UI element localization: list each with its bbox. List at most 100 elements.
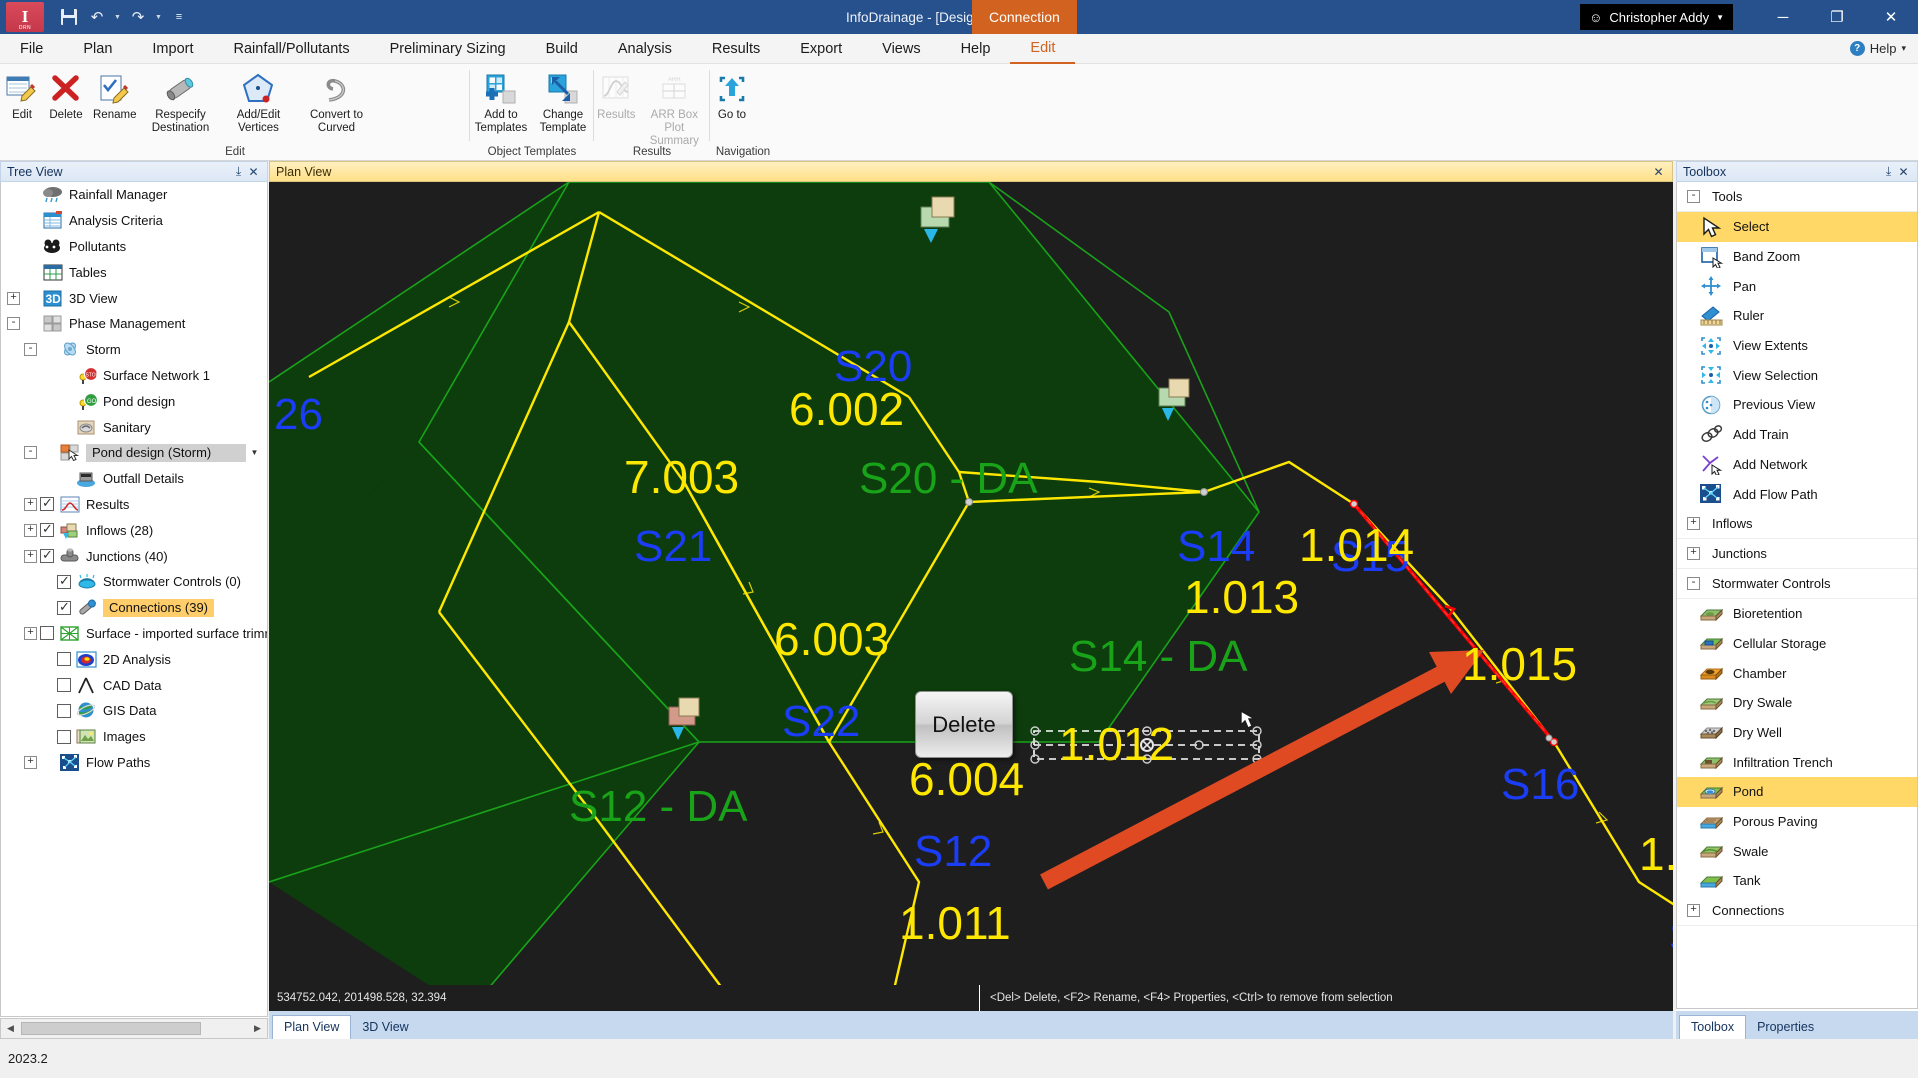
menu-item-preliminary-sizing[interactable]: Preliminary Sizing [370,34,526,64]
expand-icon[interactable]: + [7,291,20,305]
toolbox-item-select[interactable]: Select [1677,212,1917,242]
visibility-checkbox[interactable] [40,547,54,564]
toolbox-item-dry-swale[interactable]: Dry Swale [1677,688,1917,718]
scroll-left-icon[interactable]: ◀ [1,1023,20,1034]
toolbox-item-view-selection[interactable]: View Selection [1677,360,1917,390]
visibility-checkbox[interactable] [40,495,54,512]
collapse-icon[interactable]: - [1687,576,1700,590]
canvas-label-6-003[interactable]: 6.003 [774,612,889,666]
tree-item-phase-management[interactable]: - Phase Management [1,311,267,337]
menu-item-rainfall-pollutants[interactable]: Rainfall/Pollutants [214,34,370,64]
visibility-checkbox[interactable] [57,573,71,589]
canvas-label-s14[interactable]: S14 [1177,522,1255,572]
canvas-label-7-003[interactable]: 7.003 [624,450,739,504]
tree-item-connections-39-[interactable]: Connections (39) [1,595,267,621]
help-link[interactable]: ? Help ▾ [1849,41,1906,56]
tab-plan-view[interactable]: Plan View [272,1015,352,1039]
canvas-label-s21[interactable]: S21 [634,522,712,572]
visibility-checkbox[interactable] [40,626,54,641]
redo-icon[interactable]: ↷ [125,4,151,30]
customize-icon[interactable]: ≡ [166,4,192,30]
canvas-label-1-012[interactable]: 1.012 [1059,717,1174,771]
collapse-icon[interactable]: - [24,343,37,357]
expand-icon[interactable]: + [24,549,37,563]
tree-item-sanitary[interactable]: Sanitary [1,414,267,440]
visibility-checkbox[interactable] [57,599,71,615]
toolbox-item-pond[interactable]: Pond [1677,777,1917,807]
tree-item-analysis-criteria[interactable]: Analysis Criteria [1,208,267,234]
toolbox-item-pan[interactable]: Pan [1677,271,1917,301]
tree-item-2d-analysis[interactable]: 2D Analysis [1,646,267,672]
tree-item-surface-imported-surface-trimmed[interactable]: + Surface - imported surface trimmed [1,621,267,647]
canvas-label-1-011[interactable]: 1.011 [899,896,1011,950]
collapse-icon[interactable]: - [24,446,37,460]
menu-item-file[interactable]: File [0,34,63,64]
visibility-checkbox[interactable] [57,652,71,667]
tree-item-tables[interactable]: Tables [1,259,267,285]
canvas-label-6-004[interactable]: 6.004 [909,752,1024,806]
toolbox-list[interactable]: - Tools Select Band Zoom Pan Ruler View Extent… [1676,182,1918,1009]
menu-item-help[interactable]: Help [941,34,1011,64]
canvas-label-s17[interactable]: S17 [1669,912,1673,962]
pin-icon[interactable]: ⤓ [231,164,246,179]
menu-item-analysis[interactable]: Analysis [598,34,692,64]
toolbox-item-add-train[interactable]: Add Train [1677,420,1917,450]
canvas-label-6-002[interactable]: 6.002 [789,382,904,436]
ribbon-button-edit[interactable]: Edit [0,69,44,122]
ribbon-button-add-edit-vertices[interactable]: Add/Edit Vertices [219,69,297,135]
expand-icon[interactable]: + [24,523,37,537]
tree-item-storm[interactable]: - Storm [1,337,267,363]
toolbox-item-view-extents[interactable]: View Extents [1677,331,1917,361]
toolbox-item-bioretention[interactable]: Bioretention [1677,599,1917,629]
tree-item-results[interactable]: + Results [1,492,267,518]
toolbox-item-dry-well[interactable]: Dry Well [1677,718,1917,748]
menu-item-results[interactable]: Results [692,34,780,64]
ribbon-button-go-to[interactable]: Go to [710,69,754,122]
close-button[interactable]: ✕ [1864,0,1918,34]
toolbox-item-swale[interactable]: Swale [1677,836,1917,866]
chevron-down-icon[interactable]: ▼ [246,444,263,461]
expand-icon[interactable]: + [24,755,37,769]
menu-item-build[interactable]: Build [526,34,598,64]
expand-icon[interactable]: + [24,626,37,640]
toolbox-item-ruler[interactable]: Ruler [1677,301,1917,331]
undo-icon[interactable]: ↶ [84,4,110,30]
tree-item-pond-design-storm-[interactable]: - Pond design (Storm) ▼ [1,440,267,466]
visibility-checkbox[interactable] [57,729,71,744]
close-icon[interactable]: ✕ [1896,165,1911,179]
ribbon-button-change-template[interactable]: Change Template [532,69,594,135]
save-icon[interactable] [56,4,82,30]
toolbox-item-infiltration-trench[interactable]: Infiltration Trench [1677,747,1917,777]
toolbox-item-add-flow-path[interactable]: Add Flow Path [1677,479,1917,509]
ribbon-button-delete[interactable]: Delete [44,69,88,122]
tab-properties[interactable]: Properties [1746,1016,1825,1039]
canvas-label-s22[interactable]: S22 [782,697,860,747]
menu-item-export[interactable]: Export [780,34,862,64]
canvas-label-s14-da[interactable]: S14 - DA [1069,632,1248,682]
close-icon[interactable]: ✕ [1651,165,1666,179]
toolbox-group-tools[interactable]: - Tools [1677,182,1917,212]
expand-icon[interactable]: + [24,497,37,511]
visibility-checkbox[interactable] [57,703,71,718]
toolbox-group-connections[interactable]: + Connections [1677,896,1917,926]
ribbon-button-respecify-destination[interactable]: Respecify Destination [141,69,219,135]
user-account-menu[interactable]: ☺ Christopher Addy ▼ [1580,4,1733,30]
visibility-checkbox[interactable] [57,678,71,693]
toolbox-group-junctions[interactable]: + Junctions [1677,539,1917,569]
expand-icon[interactable]: + [1687,546,1700,560]
contextual-tab-connection[interactable]: Connection [972,0,1077,34]
canvas-label-1-014[interactable]: 1.014 [1299,518,1414,572]
tree-item-stormwater-controls-0-[interactable]: Stormwater Controls (0) [1,569,267,595]
tree-item-flow-paths[interactable]: + Flow Paths [1,750,267,776]
ribbon-button-add-to-templates[interactable]: Add to Templates [470,69,532,135]
tree-view-list[interactable]: Rainfall Manager Analysis Criteria Polluta… [0,182,268,1017]
canvas-label-1-016[interactable]: 1.016 [1639,827,1673,881]
tree-item-gis-data[interactable]: GIS Data [1,698,267,724]
collapse-icon[interactable]: - [7,317,20,331]
tree-item-inflows-28-[interactable]: + Inflows (28) [1,517,267,543]
toolbox-item-cellular-storage[interactable]: Cellular Storage [1677,629,1917,659]
toolbox-group-stormwater-controls[interactable]: - Stormwater Controls [1677,569,1917,599]
canvas-label-s12[interactable]: S12 [914,827,992,877]
pin-icon[interactable]: ⤓ [1881,164,1896,179]
tab-3d-view[interactable]: 3D View [351,1016,419,1039]
